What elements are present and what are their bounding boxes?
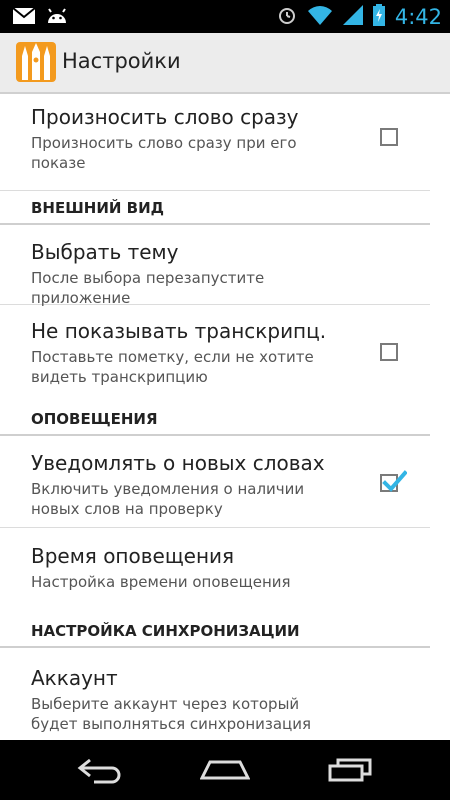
clock: 4:42 bbox=[394, 4, 442, 29]
speak-word-checkbox[interactable] bbox=[380, 128, 398, 146]
pref-notify-new-words[interactable]: Уведомлять о новых словах Включить уведо… bbox=[0, 436, 430, 528]
pref-title: Аккаунт bbox=[31, 666, 118, 690]
pref-title: Произносить слово сразу bbox=[31, 105, 299, 129]
wifi-icon bbox=[307, 5, 333, 29]
gmail-icon bbox=[12, 7, 36, 31]
pref-choose-theme[interactable]: Выбрать тему После выбора перезапустите … bbox=[0, 225, 430, 307]
category-notifications: ОПОВЕЩЕНИЯ bbox=[0, 402, 430, 436]
pref-title: Время оповещения bbox=[31, 544, 235, 568]
navigation-bar bbox=[0, 740, 450, 800]
pref-title: Выбрать тему bbox=[31, 240, 179, 264]
pref-summary: Поставьте пометку, если не хотите видеть… bbox=[31, 348, 314, 386]
pref-summary: Произносить слово сразу при его показе bbox=[31, 134, 297, 172]
app-logo-icon[interactable] bbox=[16, 42, 56, 82]
pref-speak-word[interactable]: Произносить слово сразу Произносить слов… bbox=[0, 94, 430, 191]
page-title: Настройки bbox=[62, 49, 181, 73]
back-icon[interactable] bbox=[76, 756, 122, 788]
pref-summary: Настройка времени оповещения bbox=[31, 573, 291, 591]
pref-summary: После выбора перезапустите приложение bbox=[31, 269, 265, 307]
notify-new-words-checkbox[interactable] bbox=[380, 470, 407, 492]
category-sync: НАСТРОЙКА СИНХРОНИЗАЦИИ bbox=[0, 614, 430, 648]
checkmark-icon bbox=[382, 470, 407, 492]
android-icon bbox=[46, 7, 68, 31]
pref-summary: Выберите аккаунт через который будет вып… bbox=[31, 695, 312, 733]
pref-hide-transcription[interactable]: Не показывать транскрипц. Поставьте поме… bbox=[0, 305, 430, 402]
status-bar: 4:42 bbox=[0, 0, 450, 33]
pref-title: Уведомлять о новых словах bbox=[31, 451, 325, 475]
pref-notify-time[interactable]: Время оповещения Настройка времени опове… bbox=[0, 528, 430, 614]
battery-charging-icon bbox=[372, 3, 385, 30]
category-appearance: ВНЕШНИЙ ВИД bbox=[0, 191, 430, 225]
pref-title: Не показывать транскрипц. bbox=[31, 319, 327, 343]
home-icon[interactable] bbox=[199, 756, 251, 788]
preferences-list: Произносить слово сразу Произносить слов… bbox=[0, 94, 450, 740]
pref-account[interactable]: Аккаунт Выберите аккаунт через который б… bbox=[0, 648, 430, 740]
pref-summary: Включить уведомления о наличии новых сло… bbox=[31, 480, 305, 518]
hide-transcription-checkbox[interactable] bbox=[380, 343, 398, 361]
alarm-icon bbox=[277, 5, 297, 29]
action-bar: Настройки bbox=[0, 33, 450, 94]
signal-icon bbox=[342, 4, 363, 29]
recent-apps-icon[interactable] bbox=[326, 756, 374, 788]
